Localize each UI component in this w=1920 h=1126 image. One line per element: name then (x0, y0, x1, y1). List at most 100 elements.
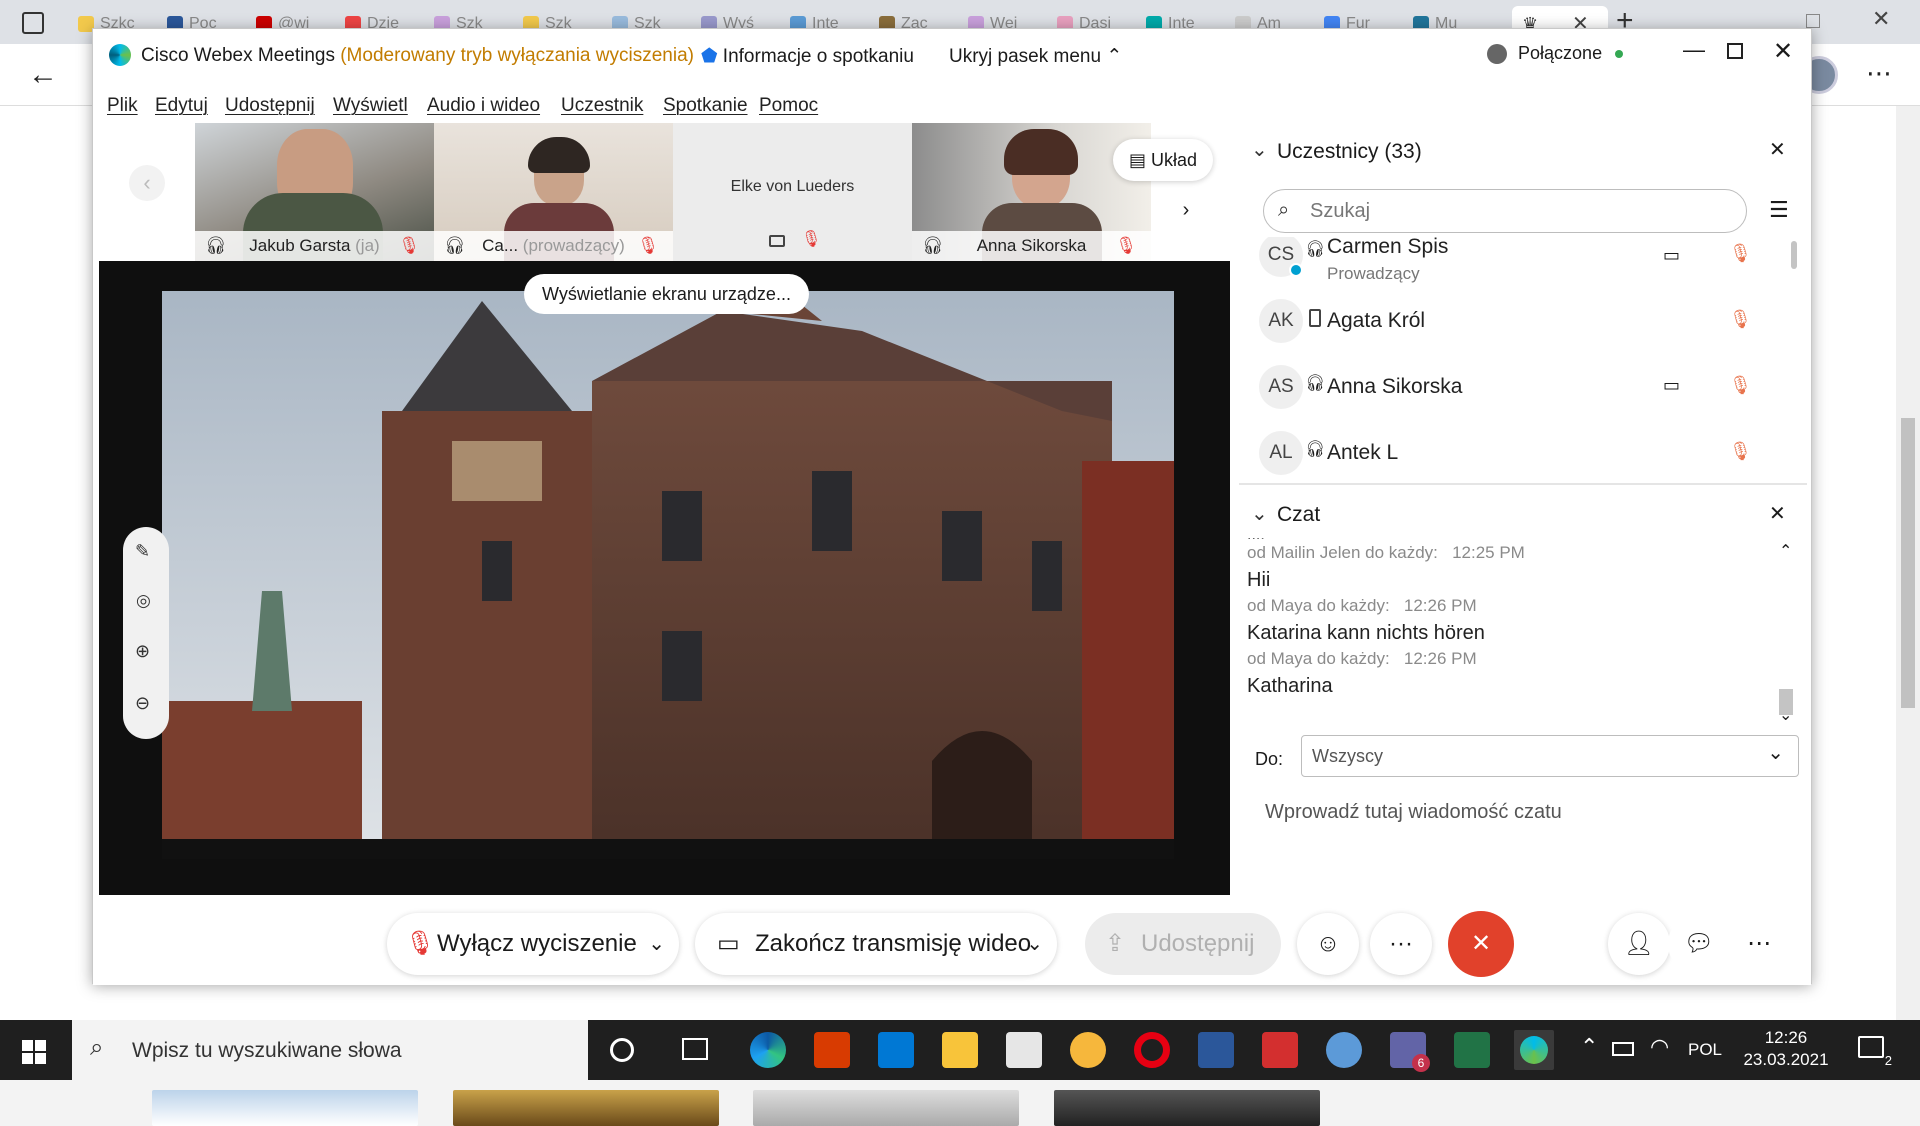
participant-name: Antek L (1327, 441, 1399, 464)
chat-input[interactable]: Wprowadź tutaj wiadomość czatu (1255, 787, 1795, 847)
muted-mic-icon[interactable]: 🎙︎ (1729, 375, 1752, 396)
leave-meeting-button[interactable]: ✕ (1448, 911, 1514, 977)
browser-app-icon[interactable] (22, 12, 44, 34)
teams-icon[interactable]: 6 (1390, 1032, 1430, 1072)
window-close-icon[interactable]: ✕ (1872, 6, 1890, 32)
webex-active-icon[interactable] (1514, 1030, 1554, 1070)
close-window-button[interactable]: ✕ (1773, 37, 1793, 66)
participant-row[interactable]: AL 🎧︎ Antek L 🎙︎ (1239, 425, 1807, 481)
tray-chevron-icon[interactable]: ⌃ (1580, 1034, 1598, 1060)
hide-menu-button[interactable]: Ukryj pasek menu ⌃ (949, 45, 1122, 68)
back-arrow-icon[interactable]: ← (28, 58, 58, 92)
sort-icon[interactable]: ☰ (1769, 197, 1789, 223)
chat-recipient-select[interactable]: Wszyscy ⌄ (1301, 735, 1799, 777)
connection-status[interactable]: Połączone (1487, 43, 1624, 65)
menu-item[interactable]: Uczestnik (561, 95, 643, 117)
headset-icon: 🎧︎ (1305, 441, 1326, 458)
hide-menu-label: Ukryj pasek menu (949, 46, 1102, 67)
office-icon[interactable] (814, 1032, 850, 1068)
strip-next-button[interactable]: › (1171, 195, 1201, 225)
store-icon[interactable] (1006, 1032, 1042, 1068)
maximize-button[interactable] (1727, 43, 1743, 59)
task-view-icon[interactable] (682, 1038, 708, 1060)
page-thumbnail (753, 1090, 1019, 1126)
close-icon[interactable]: ✕ (1769, 501, 1786, 526)
menu-item[interactable]: Spotkanie (663, 95, 748, 117)
side-panel: ⌄ Uczestnicy (33) ✕ ⌕ Szukaj ☰ CS 🎧︎ Car… (1239, 123, 1807, 895)
muted-mic-icon[interactable]: 🎙︎ (1729, 243, 1752, 264)
menu-item[interactable]: Audio i wideo (427, 95, 540, 117)
minimize-button[interactable]: — (1683, 37, 1705, 63)
more-options-button[interactable]: ··· (1370, 913, 1432, 975)
annotate-pen-icon[interactable]: ✎ (135, 541, 150, 562)
chevron-down-icon[interactable]: ⌄ (1251, 137, 1268, 162)
participants-panel-button[interactable]: 👤︎ (1608, 913, 1670, 975)
participant-scrollbar[interactable] (1791, 241, 1797, 269)
video-tile[interactable]: Elke von Lueders 🎙︎ (673, 123, 912, 261)
taskbar-search-box[interactable]: ⌕ Wpisz tu wyszukiwane słowa (72, 1020, 588, 1080)
participant-row[interactable]: CS 🎧︎ Carmen Spis Prowadzący ▭ 🎙︎ (1239, 237, 1807, 291)
battery-icon[interactable] (1612, 1042, 1634, 1056)
chat-panel-button[interactable]: 💬︎ (1668, 913, 1730, 975)
host-icon: 🎧︎ (444, 236, 466, 255)
menu-item[interactable]: Edytuj (155, 95, 208, 117)
headset-icon: 🎧︎ (205, 236, 227, 255)
scroll-up-icon[interactable]: ⌃ (1779, 541, 1792, 561)
windows-start-icon[interactable] (22, 1040, 46, 1064)
opera-icon[interactable] (1134, 1032, 1170, 1068)
webex-taskbar-icon[interactable] (1326, 1032, 1362, 1068)
tile-tag: (ja) (355, 236, 380, 255)
reactions-button[interactable]: ☺ (1297, 913, 1359, 975)
avatar: AK (1259, 299, 1303, 343)
stop-video-button[interactable]: ▭ Zakończ transmisję wideo ⌄ (695, 913, 1057, 975)
participant-name: Carmen Spis (1327, 237, 1449, 258)
chat-to-label: Do: (1255, 749, 1284, 769)
zoom-in-icon[interactable]: ⊕ (135, 641, 150, 662)
panel-more-button[interactable]: ⋯ (1728, 913, 1790, 975)
participant-row[interactable]: AS 🎧︎ Anna Sikorska ▭ 🎙︎ (1239, 359, 1807, 423)
cortana-icon[interactable] (610, 1038, 634, 1062)
muted-mic-icon[interactable]: 🎙︎ (1729, 441, 1752, 462)
video-tile[interactable]: 🎧︎ Anna Sikorska 🎙︎ (912, 123, 1151, 261)
menu-item[interactable]: Pomoc (759, 95, 818, 117)
mail-icon[interactable] (878, 1032, 914, 1068)
notification-center-icon[interactable]: 2 (1858, 1036, 1892, 1068)
scroll-down-icon[interactable]: ⌄ (1779, 705, 1792, 725)
video-tile[interactable]: 🎧︎ Jakub Garsta (ja) 🎙︎ (195, 123, 434, 261)
menu-item[interactable]: Plik (107, 95, 138, 117)
excel-icon[interactable] (1454, 1032, 1490, 1068)
video-tile[interactable]: 🎧︎ Ca... (prowadzący) 🎙︎ (434, 123, 673, 261)
acrobat-icon[interactable] (1262, 1032, 1298, 1068)
chat-scrollbar[interactable]: ⌃ ⌄ (1777, 543, 1795, 727)
close-icon[interactable]: ✕ (1769, 137, 1786, 162)
notification-count: 2 (1884, 1053, 1892, 1068)
chat-partial-text: ..., (1247, 537, 1767, 539)
browser-menu-icon[interactable]: ⋯ (1866, 58, 1892, 89)
file-explorer-icon[interactable] (942, 1032, 978, 1068)
zoom-out-icon[interactable]: ⊖ (135, 693, 150, 714)
weather-icon[interactable] (1070, 1032, 1106, 1068)
avatar: AS (1259, 365, 1303, 409)
wifi-icon[interactable]: ◠ (1650, 1034, 1669, 1060)
muted-mic-icon[interactable]: 🎙︎ (1729, 309, 1752, 330)
clock[interactable]: 12:26 23.03.2021 (1740, 1027, 1832, 1071)
word-icon[interactable] (1198, 1032, 1234, 1068)
edge-icon[interactable] (750, 1032, 786, 1068)
share-button[interactable]: ⇪ Udostępnij (1085, 913, 1281, 975)
language-indicator[interactable]: POL (1688, 1040, 1722, 1060)
strip-prev-button[interactable]: ‹ (129, 165, 165, 201)
tile-name: Ca... (482, 236, 519, 255)
unmute-button[interactable]: 🎙︎ Wyłącz wyciszenie ⌄ (387, 913, 679, 975)
menu-item[interactable]: Udostępnij (225, 95, 315, 117)
chevron-down-icon[interactable]: ⌄ (1251, 501, 1268, 526)
participant-row[interactable]: AK Agata Król 🎙︎ (1239, 293, 1807, 357)
meeting-info-button[interactable]: ⬟ Informacje o spotkaniu (701, 45, 914, 68)
layout-button[interactable]: ▤ Układ (1113, 139, 1214, 181)
remote-control-icon[interactable]: ◎ (136, 591, 151, 611)
annotation-toolbar: ✎ ◎ ⊕ ⊖ (123, 527, 169, 739)
menu-item[interactable]: Wyświetl (333, 95, 408, 117)
search-input[interactable]: ⌕ Szukaj (1263, 189, 1747, 233)
page-scrollbar[interactable] (1896, 106, 1920, 1020)
window-restore-icon[interactable] (1806, 14, 1820, 28)
connected-dot-icon (1615, 50, 1624, 59)
